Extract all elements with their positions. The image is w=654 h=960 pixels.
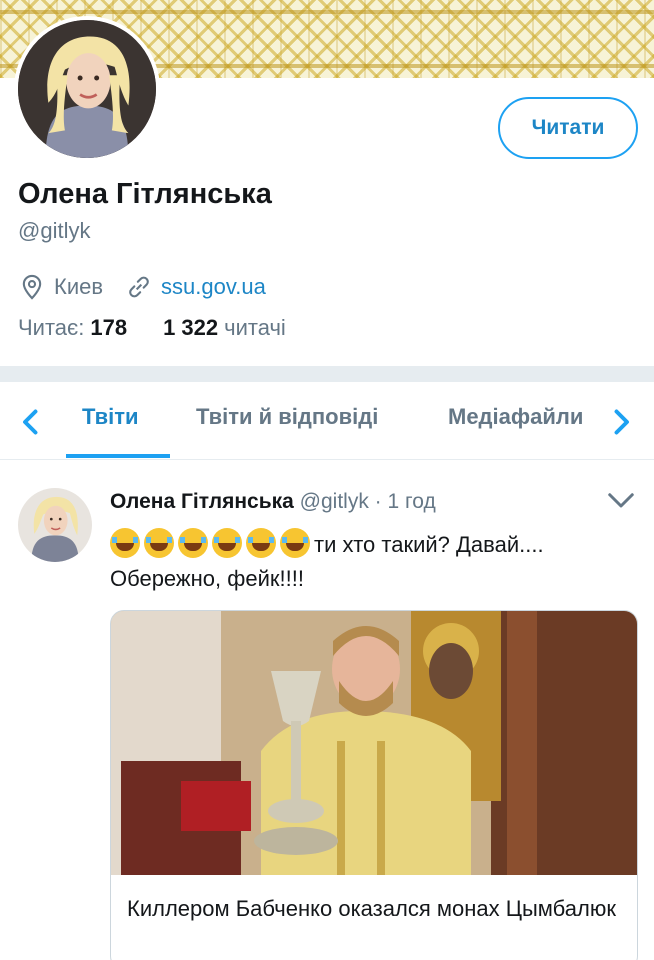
profile-avatar[interactable] [14, 16, 160, 162]
following-stat[interactable]: Читає: 178 [18, 315, 127, 341]
profile-handle: @gitlyk [18, 218, 91, 243]
profile-meta: Киев ssu.gov.ua [18, 272, 266, 302]
profile-tabs: Твіти Твіти й відповіді Медіафайли [0, 382, 654, 460]
laughing-emoji-icon [110, 528, 314, 558]
following-label: Читає: [18, 315, 85, 340]
profile-stats: Читає: 178 1 322 читачі [18, 315, 286, 341]
tweet-author-name[interactable]: Олена Гітлянська [110, 490, 294, 513]
avatar-image [18, 488, 92, 562]
chevron-down-icon[interactable] [606, 488, 636, 514]
profile-website-link[interactable]: ssu.gov.ua [161, 274, 266, 300]
followers-label: читачі [224, 315, 286, 340]
follow-button[interactable]: Читати [498, 97, 638, 159]
following-count: 178 [90, 315, 128, 340]
followers-count: 1 322 [163, 315, 219, 340]
tab-tweets-replies[interactable]: Твіти й відповіді [196, 404, 378, 430]
tweet-timestamp[interactable]: 1 год [388, 490, 436, 513]
tweet-separator: · [374, 490, 382, 513]
tweet-text-line-2: Обережно, фейк!!!! [110, 566, 304, 591]
tab-media[interactable]: Медіафайли [448, 404, 590, 430]
link-icon [129, 276, 149, 298]
profile-location: Киев [54, 274, 104, 299]
link-preview-card[interactable]: Киллером Бабченко оказался монах Цымбалю… [110, 610, 638, 960]
tweet-text: ти хто такий? Давай.... Обережно, фейк!!… [110, 528, 640, 596]
chevron-left-icon[interactable] [16, 404, 46, 440]
profile-name: Олена Гітлянська [18, 178, 272, 210]
section-divider [0, 366, 654, 382]
card-image [111, 611, 637, 875]
tweet-text-line-1: ти хто такий? Давай.... [314, 532, 544, 557]
active-tab-indicator [66, 454, 170, 458]
followers-stat[interactable]: 1 322 читачі [163, 315, 286, 341]
tweet-author-handle[interactable]: @gitlyk [300, 490, 369, 513]
chevron-right-icon[interactable] [606, 404, 636, 440]
tweet-header: Олена Гітлянська @gitlyk · 1 год [110, 490, 436, 514]
tab-tweets[interactable]: Твіти [82, 404, 139, 430]
banner-ornament-top [0, 10, 654, 14]
tweet-avatar[interactable] [18, 488, 92, 562]
card-title: Киллером Бабченко оказался монах Цымбалю… [127, 896, 616, 921]
avatar-image [18, 20, 156, 158]
location-pin-icon [22, 274, 42, 300]
